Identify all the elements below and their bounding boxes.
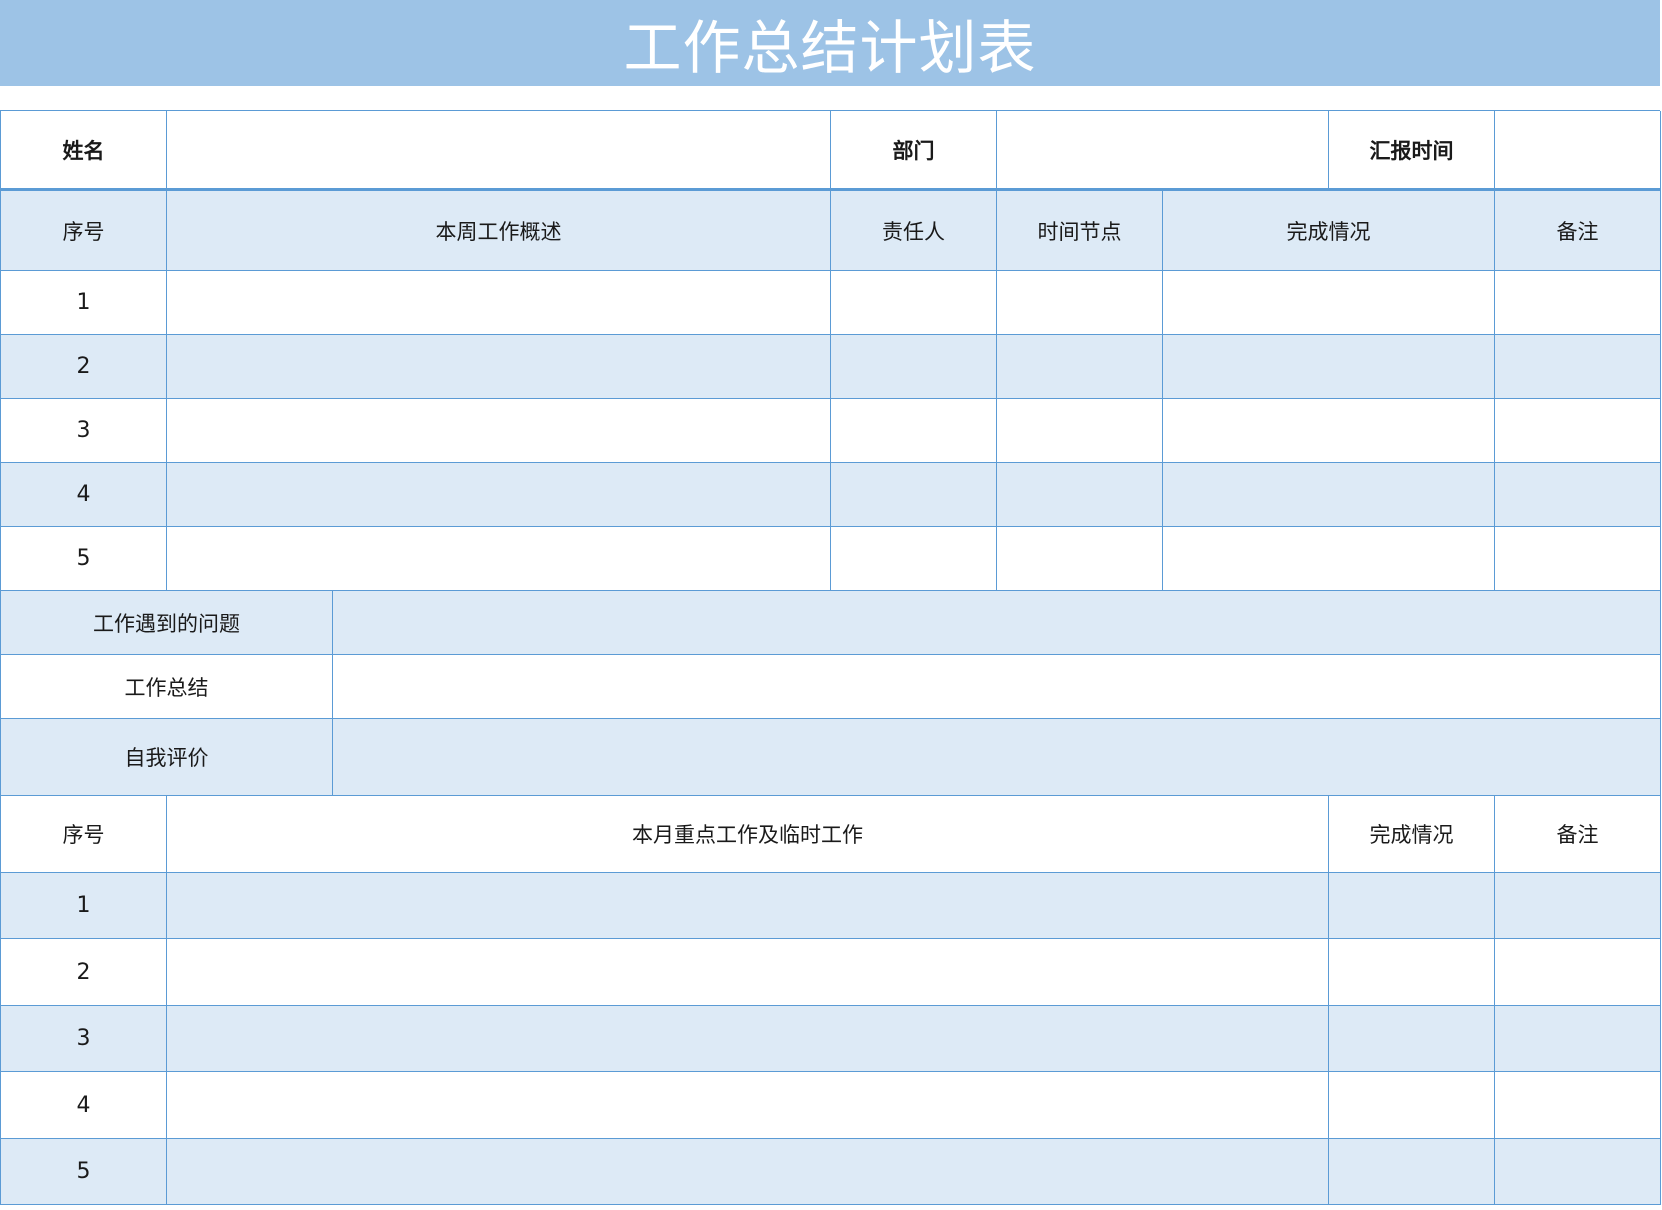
page-title: 工作总结计划表 bbox=[623, 14, 1037, 82]
monthly-row-status-cell[interactable] bbox=[1329, 873, 1495, 939]
weekly-row-index: 1 bbox=[1, 271, 167, 335]
self-eval-field[interactable] bbox=[333, 719, 1661, 796]
monthly-row-status-cell[interactable] bbox=[1329, 1072, 1495, 1139]
dept-field[interactable] bbox=[997, 111, 1329, 191]
weekly-row-owner-cell[interactable] bbox=[831, 463, 997, 527]
weekly-row-status-cell[interactable] bbox=[1163, 335, 1495, 399]
weekly-row-milestone-cell[interactable] bbox=[997, 527, 1163, 591]
dept-label: 部门 bbox=[831, 111, 997, 191]
weekly-row-status-cell[interactable] bbox=[1163, 271, 1495, 335]
monthly-row-remarks-cell[interactable] bbox=[1495, 939, 1661, 1006]
weekly-header-overview: 本周工作概述 bbox=[167, 191, 831, 271]
weekly-header-status: 完成情况 bbox=[1163, 191, 1495, 271]
weekly-row-overview-cell[interactable] bbox=[167, 399, 831, 463]
weekly-row-milestone-cell[interactable] bbox=[997, 399, 1163, 463]
weekly-row-index: 3 bbox=[1, 399, 167, 463]
weekly-row-remarks-cell[interactable] bbox=[1495, 463, 1661, 527]
weekly-row-owner-cell[interactable] bbox=[831, 527, 997, 591]
monthly-row-remarks-cell[interactable] bbox=[1495, 1139, 1661, 1205]
monthly-row-status-cell[interactable] bbox=[1329, 939, 1495, 1006]
monthly-row-focus-cell[interactable] bbox=[167, 1072, 1329, 1139]
weekly-row-remarks-cell[interactable] bbox=[1495, 335, 1661, 399]
weekly-row-status-cell[interactable] bbox=[1163, 463, 1495, 527]
weekly-row-remarks-cell[interactable] bbox=[1495, 271, 1661, 335]
weekly-row-owner-cell[interactable] bbox=[831, 271, 997, 335]
weekly-row-milestone-cell[interactable] bbox=[997, 463, 1163, 527]
weekly-row-status-cell[interactable] bbox=[1163, 527, 1495, 591]
monthly-row-index: 5 bbox=[1, 1139, 167, 1205]
weekly-header-remarks: 备注 bbox=[1495, 191, 1661, 271]
monthly-row-focus-cell[interactable] bbox=[167, 1006, 1329, 1072]
monthly-row-index: 3 bbox=[1, 1006, 167, 1072]
work-summary-label: 工作总结 bbox=[1, 655, 333, 719]
weekly-header-index: 序号 bbox=[1, 191, 167, 271]
monthly-row-focus-cell[interactable] bbox=[167, 873, 1329, 939]
name-label: 姓名 bbox=[1, 111, 167, 191]
weekly-header-owner: 责任人 bbox=[831, 191, 997, 271]
report-time-field[interactable] bbox=[1495, 111, 1661, 191]
weekly-row-overview-cell[interactable] bbox=[167, 271, 831, 335]
weekly-row-overview-cell[interactable] bbox=[167, 527, 831, 591]
work-summary-field[interactable] bbox=[333, 655, 1661, 719]
monthly-row-status-cell[interactable] bbox=[1329, 1139, 1495, 1205]
monthly-header-focus: 本月重点工作及临时工作 bbox=[167, 796, 1329, 873]
weekly-row-status-cell[interactable] bbox=[1163, 399, 1495, 463]
monthly-row-focus-cell[interactable] bbox=[167, 1139, 1329, 1205]
problems-label: 工作遇到的问题 bbox=[1, 591, 333, 655]
weekly-row-owner-cell[interactable] bbox=[831, 399, 997, 463]
monthly-row-index: 4 bbox=[1, 1072, 167, 1139]
monthly-header-remarks: 备注 bbox=[1495, 796, 1661, 873]
monthly-header-status: 完成情况 bbox=[1329, 796, 1495, 873]
weekly-row-overview-cell[interactable] bbox=[167, 463, 831, 527]
weekly-row-index: 2 bbox=[1, 335, 167, 399]
weekly-row-index: 4 bbox=[1, 463, 167, 527]
name-field[interactable] bbox=[167, 111, 831, 191]
monthly-row-index: 1 bbox=[1, 873, 167, 939]
weekly-header-milestone: 时间节点 bbox=[997, 191, 1163, 271]
weekly-row-milestone-cell[interactable] bbox=[997, 271, 1163, 335]
report-time-label: 汇报时间 bbox=[1329, 111, 1495, 191]
self-eval-label: 自我评价 bbox=[1, 719, 333, 796]
weekly-row-overview-cell[interactable] bbox=[167, 335, 831, 399]
monthly-row-remarks-cell[interactable] bbox=[1495, 1072, 1661, 1139]
weekly-row-remarks-cell[interactable] bbox=[1495, 527, 1661, 591]
monthly-row-focus-cell[interactable] bbox=[167, 939, 1329, 1006]
problems-field[interactable] bbox=[333, 591, 1661, 655]
monthly-row-status-cell[interactable] bbox=[1329, 1006, 1495, 1072]
weekly-row-milestone-cell[interactable] bbox=[997, 335, 1163, 399]
weekly-row-owner-cell[interactable] bbox=[831, 335, 997, 399]
weekly-row-remarks-cell[interactable] bbox=[1495, 399, 1661, 463]
monthly-row-remarks-cell[interactable] bbox=[1495, 873, 1661, 939]
monthly-row-index: 2 bbox=[1, 939, 167, 1006]
work-summary-table: 姓名 部门 汇报时间 序号 本周工作概述 责任人 时间节点 完成情况 备注 1 … bbox=[0, 110, 1661, 1205]
monthly-header-index: 序号 bbox=[1, 796, 167, 873]
weekly-row-index: 5 bbox=[1, 527, 167, 591]
title-bar: 工作总结计划表 bbox=[0, 0, 1660, 86]
monthly-row-remarks-cell[interactable] bbox=[1495, 1006, 1661, 1072]
